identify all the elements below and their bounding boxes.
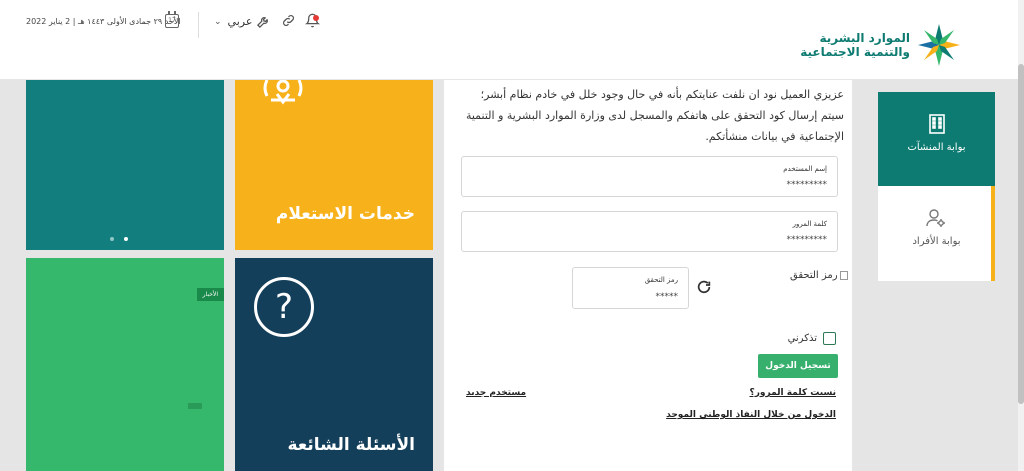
language-label: عربي	[227, 15, 253, 28]
username-field[interactable]: إسم المستخدم	[461, 156, 838, 197]
captcha-label: رمز التحقق	[644, 276, 678, 284]
username-label: إسم المستخدم	[783, 165, 827, 173]
inquiry-services-title: خدمات الاستعلام	[275, 204, 415, 224]
slider-dot-active[interactable]	[124, 237, 128, 241]
remember-label: تذكرني	[787, 333, 817, 344]
slider-dot[interactable]	[110, 237, 114, 241]
inquiry-services-tile[interactable]: خدمات الاستعلام	[235, 80, 433, 250]
forgot-password-link[interactable]: نسيت كلمة المرور؟	[750, 388, 837, 398]
username-input[interactable]	[489, 180, 827, 190]
intro-notice: عزيزي العميل نود ان نلفت عنايتكم بأنه في…	[465, 88, 844, 143]
remember-checkbox[interactable]	[823, 332, 836, 345]
header-date: الأحد ٢٩ جمادى الأولى ١٤٤٣ هـ | 2 يناير …	[26, 17, 181, 26]
portal-nav: بوابة المنشآت بوابة الأفراد	[878, 92, 995, 281]
chevron-down-icon: ⌄	[214, 16, 222, 27]
page-scrollbar[interactable]	[1018, 0, 1024, 471]
news-tile[interactable]: الأخبار	[26, 258, 224, 471]
nafath-login-link[interactable]: الدخول من خلال النفاذ الوطني الموحد	[666, 410, 836, 420]
login-form: عزيزي العميل نود ان نلفت عنايتكم بأنه في…	[444, 80, 852, 471]
password-label: كلمة المرور	[792, 220, 827, 228]
captcha-image: رمز التحقق	[790, 270, 848, 281]
portal-establishments[interactable]: بوابة المنشآت	[878, 92, 995, 186]
logo-text: الموارد البشرية والتنمية الاجتماعية	[800, 31, 910, 59]
new-user-link[interactable]: مستخدم جديد	[466, 388, 526, 398]
broadcast-icon	[253, 80, 313, 108]
broken-image-icon	[839, 270, 848, 280]
login-button[interactable]: تسجيل الدخول	[758, 354, 838, 378]
password-field[interactable]: كلمة المرور	[461, 211, 838, 252]
logo-star-icon	[916, 22, 962, 68]
slider-dots	[110, 237, 128, 241]
captcha-input[interactable]	[574, 292, 678, 302]
portal-establishments-label: بوابة المنشآت	[907, 142, 966, 153]
building-icon	[928, 114, 946, 134]
refresh-icon[interactable]	[696, 279, 712, 299]
site-header: الأحد ٢٩ جمادى الأولى ١٤٤٣ هـ | 2 يناير …	[0, 0, 1018, 80]
slider-tile[interactable]	[26, 80, 224, 250]
news-indicator	[188, 403, 202, 409]
user-settings-icon	[925, 208, 946, 228]
language-selector[interactable]: ⌄ عربي	[214, 15, 252, 28]
scrollbar-thumb[interactable]	[1018, 64, 1024, 404]
faq-title: الأسئلة الشائعة	[287, 435, 416, 455]
news-badge: الأخبار	[196, 288, 224, 301]
calendar-icon[interactable]: 17	[165, 11, 179, 28]
header-divider	[198, 12, 199, 38]
faq-tile[interactable]: ? الأسئلة الشائعة	[235, 258, 433, 471]
portal-individuals[interactable]: بوابة الأفراد	[878, 186, 995, 281]
portal-individuals-label: بوابة الأفراد	[912, 236, 961, 247]
link-icon[interactable]	[281, 13, 296, 32]
question-mark-icon: ?	[254, 277, 314, 337]
ministry-logo[interactable]: الموارد البشرية والتنمية الاجتماعية	[800, 22, 962, 68]
wrench-icon[interactable]	[256, 14, 271, 33]
password-input[interactable]	[489, 235, 827, 245]
notification-dot	[313, 15, 319, 21]
captcha-field[interactable]: رمز التحقق	[572, 267, 689, 309]
remember-me[interactable]: تذكرني	[788, 332, 836, 345]
